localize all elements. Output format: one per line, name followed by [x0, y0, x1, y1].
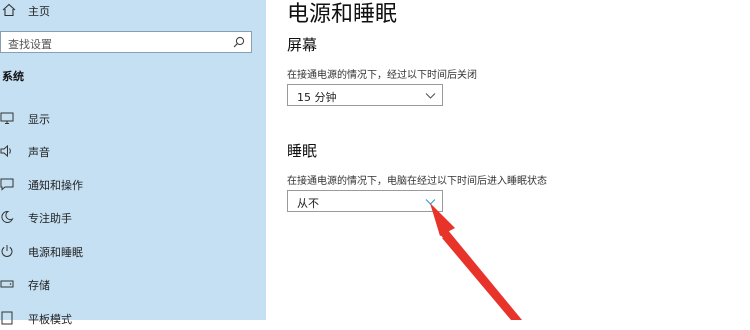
chevron-down-icon: [425, 93, 436, 99]
power-icon: [1, 245, 13, 257]
monitor-icon: [0, 112, 14, 124]
sleep-timeout-value: 从不: [297, 197, 319, 210]
search-placeholder: 查找设置: [8, 38, 52, 51]
tablet-icon: [1, 311, 13, 325]
sidebar-item-home[interactable]: 主页: [0, 0, 266, 22]
sidebar-item-label: 声音: [28, 146, 50, 159]
screen-section-heading: 屏幕: [287, 36, 318, 54]
sleep-description: 在接通电源的情况下，电脑在经过以下时间后进入睡眠状态: [287, 176, 547, 187]
sidebar-item-storage[interactable]: 存储: [0, 272, 266, 296]
chevron-down-icon: [425, 199, 436, 205]
sidebar-item-tablet-mode[interactable]: 平板模式: [0, 306, 266, 330]
sidebar-item-label: 通知和操作: [28, 179, 83, 192]
screen-timeout-value: 15 分钟: [297, 91, 337, 104]
sidebar-item-label: 显示: [28, 113, 50, 126]
moon-icon: [1, 210, 14, 223]
sidebar-item-sound[interactable]: 声音: [0, 139, 266, 163]
sidebar-item-display[interactable]: 显示: [0, 106, 266, 130]
home-icon: [2, 3, 16, 17]
screen-timeout-dropdown[interactable]: 15 分钟: [287, 84, 443, 106]
search-icon: [233, 36, 245, 48]
sidebar-item-notifications[interactable]: 通知和操作: [0, 172, 266, 196]
sleep-timeout-dropdown[interactable]: 从不: [287, 190, 443, 212]
storage-icon: [0, 280, 14, 288]
settings-sidebar: 主页 查找设置 系统 显示 声音 通知和操作 专注助手 电源和睡眠 存储 平板模…: [0, 0, 266, 326]
sidebar-item-focus-assist[interactable]: 专注助手: [0, 205, 266, 229]
sidebar-item-label: 专注助手: [28, 212, 72, 225]
sidebar-item-label: 主页: [28, 5, 50, 18]
settings-content: 电源和睡眠 屏幕 在接通电源的情况下，经过以下时间后关闭 15 分钟 睡眠 在接…: [266, 0, 750, 320]
screen-description: 在接通电源的情况下，经过以下时间后关闭: [287, 70, 477, 81]
notification-icon: [0, 178, 14, 191]
speaker-icon: [0, 144, 11, 158]
sidebar-section-title: 系统: [2, 70, 24, 83]
sleep-section-heading: 睡眠: [287, 142, 318, 160]
sidebar-item-label: 平板模式: [28, 313, 72, 326]
sidebar-item-power-sleep[interactable]: 电源和睡眠: [0, 239, 266, 263]
sidebar-item-label: 存储: [28, 279, 50, 292]
page-title: 电源和睡眠: [287, 2, 398, 27]
search-input[interactable]: 查找设置: [0, 31, 252, 53]
sidebar-item-label: 电源和睡眠: [28, 246, 83, 259]
